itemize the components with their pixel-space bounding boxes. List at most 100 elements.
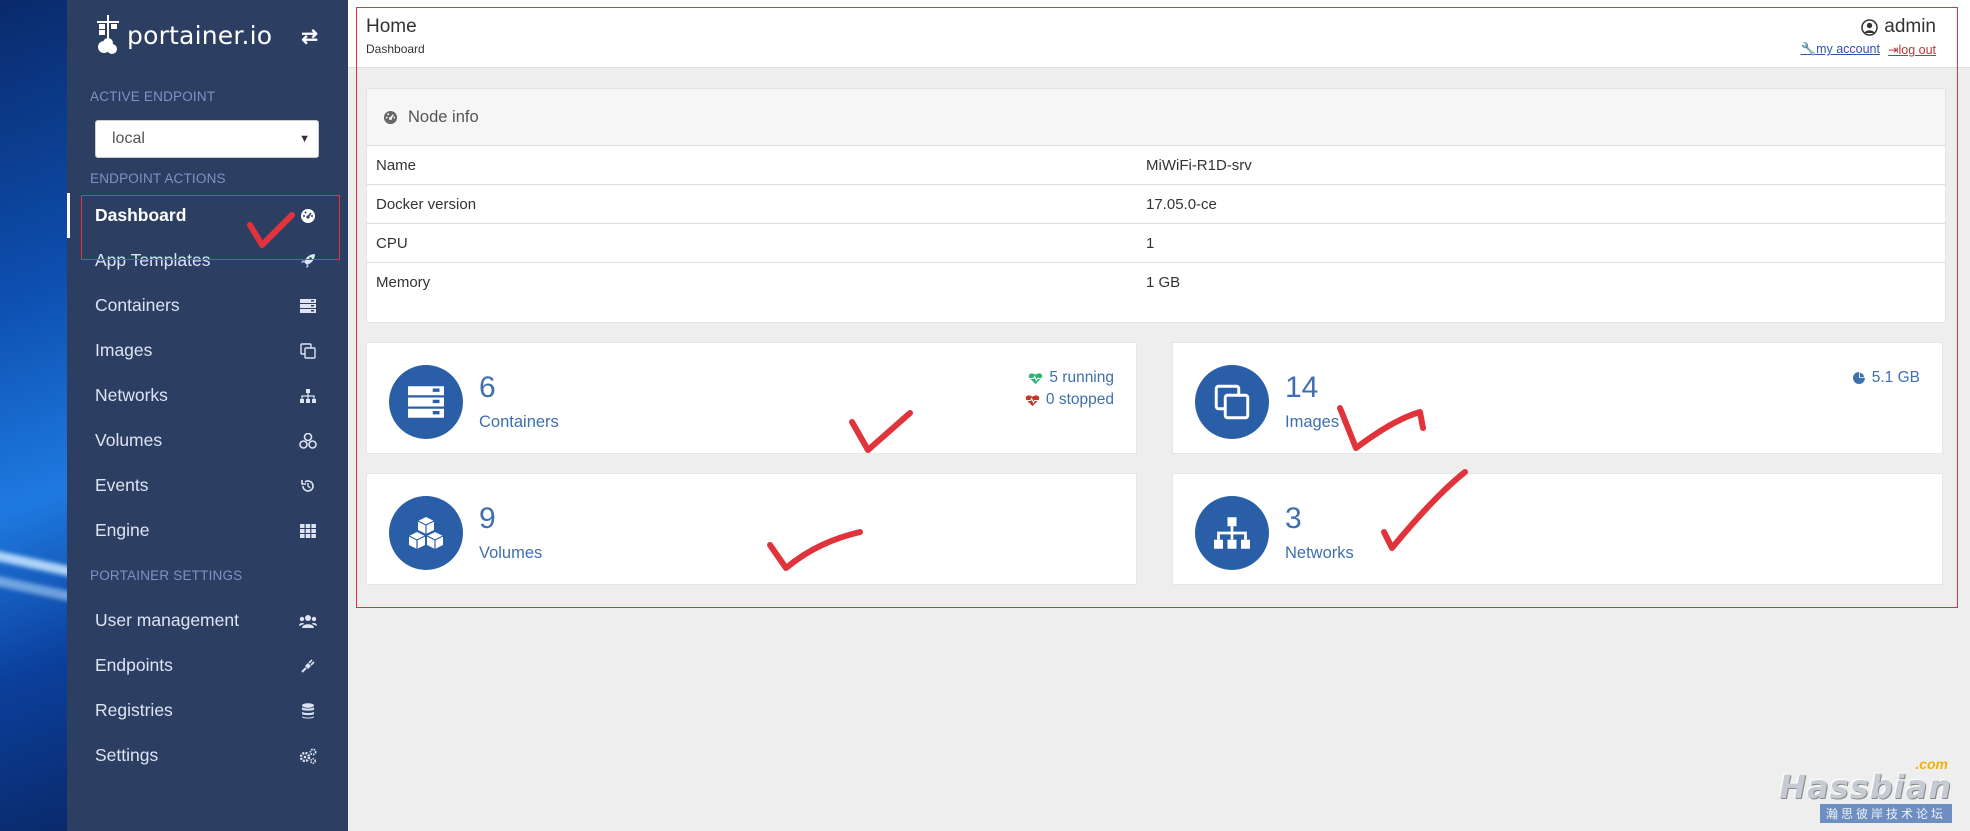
sidebar-item-label: Containers xyxy=(95,295,180,315)
node-info-title: Node info xyxy=(408,107,479,126)
sidebar-item-images[interactable]: Images xyxy=(67,328,348,373)
table-row: Docker version 17.05.0-ce xyxy=(367,185,1945,224)
containers-label: Containers xyxy=(479,413,559,431)
settings-nav: User management Endpoints Registries Set… xyxy=(67,598,348,778)
watermark: .com Hassbian 瀚思彼岸技术论坛 xyxy=(1779,756,1952,823)
sidebar-item-volumes[interactable]: Volumes xyxy=(67,418,348,463)
annotation-highlight-box xyxy=(81,195,340,260)
table-row: Name MiWiFi-R1D-srv xyxy=(367,146,1945,185)
portainer-logo-icon[interactable] xyxy=(93,13,125,57)
desktop-light-beam xyxy=(0,572,67,608)
sidebar-item-endpoints[interactable]: Endpoints xyxy=(67,643,348,688)
brand-name: portainer.io xyxy=(127,20,273,50)
tachometer-icon xyxy=(383,110,398,124)
watermark-subtitle: 瀚思彼岸技术论坛 xyxy=(1819,804,1952,823)
sign-out-icon: ⇥ xyxy=(1887,43,1899,57)
disk-usage: 5.1 GB xyxy=(1852,367,1920,389)
logout-label: log out xyxy=(1898,43,1936,57)
users-icon xyxy=(299,612,317,630)
row-value: 1 GB xyxy=(1146,274,1181,291)
sidebar-item-networks[interactable]: Networks xyxy=(67,373,348,418)
plug-icon xyxy=(299,657,317,675)
row-key: Name xyxy=(376,156,417,174)
watermark-name: Hassbian xyxy=(1779,768,1952,806)
my-account-link[interactable]: 🔧my account xyxy=(1800,42,1880,57)
pie-chart-icon xyxy=(1852,372,1865,384)
images-count: 14 xyxy=(1285,371,1319,404)
my-account-label: my account xyxy=(1816,42,1880,56)
row-key: Docker version xyxy=(376,195,477,213)
database-icon xyxy=(299,702,317,720)
breadcrumb: Dashboard xyxy=(366,42,425,56)
volumes-count: 9 xyxy=(479,502,496,535)
stopped-status: 0 stopped xyxy=(1025,389,1114,411)
clone-icon xyxy=(299,342,317,360)
running-text: 5 running xyxy=(1049,369,1114,386)
images-size-text: 5.1 GB xyxy=(1871,369,1920,386)
row-key: CPU xyxy=(376,234,408,252)
table-row: Memory 1 GB xyxy=(367,263,1945,302)
row-value: MiWiFi-R1D-srv xyxy=(1146,156,1252,174)
user-circle-icon xyxy=(1861,18,1878,36)
containers-widget[interactable]: 6 Containers 5 running 0 stopped xyxy=(366,342,1137,454)
th-icon xyxy=(299,522,317,540)
wrench-icon: 🔧 xyxy=(1800,42,1817,56)
endpoint-select[interactable]: local ▼ xyxy=(95,120,319,158)
main-content: Home Dashboard admin 🔧my account ⇥log ou… xyxy=(348,0,1970,831)
sidebar: portainer.io ⇄ ACTIVE ENDPOINT local ▼ E… xyxy=(67,0,348,831)
sitemap-icon xyxy=(1195,496,1269,570)
cogs-icon xyxy=(299,747,317,765)
node-info-panel: Node info Name MiWiFi-R1D-srv Docker ver… xyxy=(366,88,1946,323)
username: admin xyxy=(1884,16,1936,37)
images-size: 5.1 GB xyxy=(1852,367,1920,389)
sidebar-item-label: Volumes xyxy=(95,430,163,450)
running-status: 5 running xyxy=(1025,367,1114,389)
row-value: 1 xyxy=(1146,234,1155,252)
row-value: 17.05.0-ce xyxy=(1146,195,1217,213)
sidebar-item-events[interactable]: Events xyxy=(67,463,348,508)
sidebar-item-label: Events xyxy=(95,475,149,495)
sidebar-item-engine[interactable]: Engine xyxy=(67,508,348,553)
brand: portainer.io ⇄ xyxy=(67,0,348,70)
page-header: Home Dashboard admin 🔧my account ⇥log ou… xyxy=(348,0,1970,68)
logout-link[interactable]: ⇥log out xyxy=(1888,42,1936,57)
sidebar-item-settings[interactable]: Settings xyxy=(67,733,348,778)
sidebar-item-label: Registries xyxy=(95,700,173,720)
networks-widget[interactable]: 3 Networks xyxy=(1172,473,1943,585)
volumes-widget[interactable]: 9 Volumes xyxy=(366,473,1137,585)
images-widget[interactable]: 14 Images 5.1 GB xyxy=(1172,342,1943,454)
cubes-icon xyxy=(389,496,463,570)
sidebar-item-label: User management xyxy=(95,610,239,630)
clone-icon xyxy=(1195,365,1269,439)
sitemap-icon xyxy=(299,387,317,405)
sidebar-item-label: Images xyxy=(95,340,153,360)
stopped-text: 0 stopped xyxy=(1045,391,1114,408)
images-label: Images xyxy=(1285,413,1340,431)
sidebar-item-label: Endpoints xyxy=(95,655,173,675)
table-row: CPU 1 xyxy=(367,224,1945,263)
user-display: admin xyxy=(1861,16,1936,38)
heartbeat-icon xyxy=(1025,394,1040,406)
heartbeat-icon xyxy=(1029,372,1043,384)
node-info-header: Node info xyxy=(367,89,1945,146)
containers-status: 5 running 0 stopped xyxy=(1025,367,1114,411)
exchange-icon[interactable]: ⇄ xyxy=(301,24,318,49)
page-title: Home xyxy=(366,16,417,37)
server-icon xyxy=(389,365,463,439)
volumes-label: Volumes xyxy=(479,544,543,562)
desktop-light-beam xyxy=(0,547,67,583)
sidebar-item-registries[interactable]: Registries xyxy=(67,688,348,733)
portainer-settings-title: PORTAINER SETTINGS xyxy=(90,568,243,583)
desktop-background xyxy=(0,0,67,831)
history-icon xyxy=(299,477,317,495)
user-links: 🔧my account ⇥log out xyxy=(1800,42,1936,57)
sidebar-item-containers[interactable]: Containers xyxy=(67,283,348,328)
endpoint-select-value: local xyxy=(112,130,145,147)
cubes-icon xyxy=(299,432,317,450)
server-icon xyxy=(299,297,317,315)
networks-count: 3 xyxy=(1285,502,1302,535)
sidebar-item-user-management[interactable]: User management xyxy=(67,598,348,643)
sidebar-item-label: Networks xyxy=(95,385,168,405)
sidebar-item-label: Engine xyxy=(95,520,150,540)
caret-down-icon: ▼ xyxy=(299,133,310,145)
